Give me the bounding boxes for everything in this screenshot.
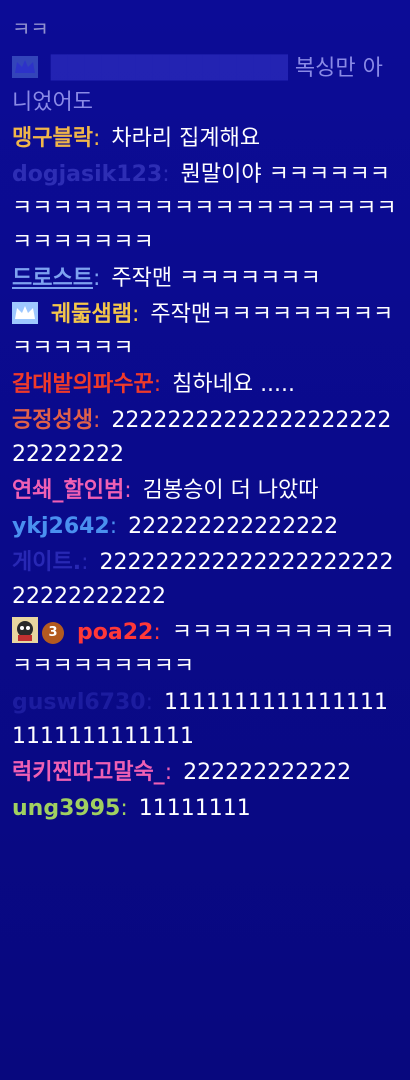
- message-text: ㅋㅋㅋㅋㅋㅋㅋㅋㅋㅋㅋㅋㅋㅋㅋㅋㅋㅋㅋㅋ: [12, 620, 395, 679]
- nickname-colon: :: [92, 126, 101, 151]
- chat-nickname[interactable]: 럭키찐따고말숙_: [12, 760, 165, 785]
- nickname-colon: :: [120, 796, 128, 821]
- chat-message: 갈대밭의파수꾼: 침하네요 .....: [0, 368, 410, 402]
- chat-message: dogjasik123: 뭔말이야 ㅋㅋㅋㅋㅋㅋㅋㅋㅋㅋㅋㅋㅋㅋㅋㅋㅋㅋㅋㅋㅋㅋ…: [0, 158, 410, 260]
- message-text: 11111111: [138, 796, 251, 821]
- chat-nickname[interactable]: poa22: [77, 620, 153, 645]
- chat-message: ykj2642: 222222222222222: [0, 510, 410, 544]
- chat-message: 럭키찐따고말숙_: 222222222222: [0, 756, 410, 790]
- chat-nickname[interactable]: 긍정성생: [12, 408, 93, 433]
- character-avatar-icon: [12, 617, 38, 643]
- chat-nickname[interactable]: guswl6730: [12, 690, 146, 715]
- chat-nickname[interactable]: 맹구블락: [12, 126, 93, 151]
- chat-message: 드로스트: 주작맨 ㅋㅋㅋㅋㅋㅋㅋ: [0, 262, 410, 296]
- chat-nickname[interactable]: ykj2642: [12, 514, 110, 539]
- message-text: 침하네요 .....: [172, 372, 296, 397]
- chat-message: guswl6730: 11111111111111111111111111111: [0, 686, 410, 754]
- chat-panel: ㅋㅋ ██████████████ 복싱만 아니었어도 맹구블락: 차라리 집계…: [0, 0, 410, 1080]
- nickname-colon: :: [153, 372, 162, 397]
- crown-icon: [12, 302, 38, 324]
- chat-message: ██████████████ 복싱만 아니었어도: [0, 52, 410, 120]
- chat-nickname[interactable]: 궤둛샘램: [51, 302, 132, 327]
- level-badge: 3: [42, 622, 64, 644]
- chat-nickname[interactable]: 갈대밭의파수꾼: [12, 372, 154, 397]
- chat-message: 긍정성생: 2222222222222222222222222222: [0, 404, 410, 472]
- message-text: 222222222222: [183, 760, 352, 785]
- nickname-colon: :: [164, 760, 173, 785]
- chat-message: 맹구블락: 차라리 집계해요: [0, 122, 410, 156]
- chat-nickname[interactable]: ung3995: [12, 796, 120, 821]
- message-text: 222222222222222: [128, 514, 339, 539]
- chat-message: 게이트.: 22222222222222222222222222222222: [0, 546, 410, 614]
- chat-nickname[interactable]: 드로스트: [12, 266, 93, 291]
- chat-nickname[interactable]: 게이트.: [12, 550, 81, 575]
- chat-message: 3 poa22: ㅋㅋㅋㅋㅋㅋㅋㅋㅋㅋㅋㅋㅋㅋㅋㅋㅋㅋㅋㅋ: [0, 616, 410, 684]
- nickname-colon: :: [145, 690, 154, 715]
- nickname-colon: :: [153, 620, 161, 645]
- message-text: ㅋㅋ: [12, 17, 49, 41]
- message-text: 차라리 집계해요: [111, 126, 261, 151]
- nickname-colon: :: [92, 266, 101, 291]
- chat-message: 궤둛샘램: 주작맨ㅋㅋㅋㅋㅋㅋㅋㅋㅋㅋㅋㅋㅋㅋㅋ: [0, 298, 410, 366]
- chat-message: ㅋㅋ: [0, 16, 410, 42]
- nickname-colon: :: [92, 408, 101, 433]
- nickname-colon: :: [162, 162, 170, 187]
- nickname-colon: :: [131, 302, 140, 327]
- chat-nickname[interactable]: ██████████████: [51, 56, 288, 81]
- nickname-colon: :: [81, 550, 89, 575]
- nickname-colon: :: [109, 514, 118, 539]
- chat-message: 연쇄_할인범: 김봉승이 더 나았따: [0, 474, 410, 508]
- chat-message: ung3995: 11111111: [0, 792, 410, 826]
- message-text: 주작맨 ㅋㅋㅋㅋㅋㅋㅋ: [111, 266, 321, 291]
- chat-nickname[interactable]: dogjasik123: [12, 162, 162, 187]
- chat-nickname[interactable]: 연쇄_할인범: [12, 478, 124, 503]
- message-text: 김봉승이 더 나았따: [142, 478, 319, 503]
- crown-icon: [12, 56, 38, 78]
- nickname-colon: :: [124, 478, 132, 503]
